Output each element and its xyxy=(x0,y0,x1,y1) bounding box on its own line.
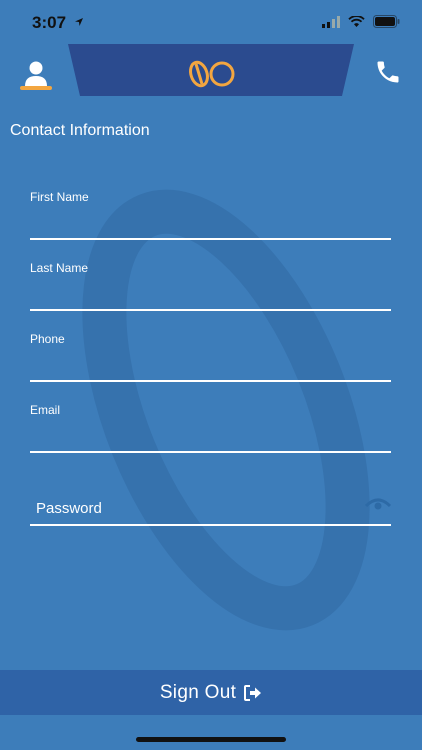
last-name-underline xyxy=(30,309,391,311)
email-input[interactable] xyxy=(30,425,391,451)
phone-button[interactable] xyxy=(374,58,402,86)
section-title: Contact Information xyxy=(10,122,150,139)
last-name-field: Last Name xyxy=(30,261,391,313)
last-name-label: Last Name xyxy=(30,261,89,275)
password-underline xyxy=(30,524,391,526)
toggle-password-visibility[interactable] xyxy=(364,495,392,515)
sign-out-icon xyxy=(244,684,262,701)
email-label: Email xyxy=(30,403,61,417)
first-name-label: First Name xyxy=(30,190,89,204)
status-bar: 3:07 xyxy=(0,0,422,44)
phone-underline xyxy=(30,380,391,382)
first-name-field: First Name xyxy=(30,190,391,242)
phone-field: Phone xyxy=(30,332,391,384)
last-name-input[interactable] xyxy=(30,283,391,309)
first-name-underline xyxy=(30,238,391,240)
phone-label: Phone xyxy=(30,332,65,346)
phone-input[interactable] xyxy=(30,354,391,380)
eye-icon xyxy=(364,498,392,510)
sign-out-button[interactable]: Sign Out xyxy=(0,670,422,715)
home-indicator xyxy=(136,737,286,742)
phone-icon xyxy=(377,61,399,83)
email-field: Email xyxy=(30,403,391,455)
active-tab-indicator xyxy=(20,86,52,90)
password-input[interactable] xyxy=(36,495,356,521)
battery-icon xyxy=(373,15,400,28)
status-time: 3:07 xyxy=(32,13,67,32)
email-underline xyxy=(30,451,391,453)
brand-logo xyxy=(189,60,235,88)
sign-out-label: Sign Out xyxy=(159,681,237,703)
wifi-icon xyxy=(348,15,365,27)
location-arrow-icon xyxy=(75,18,83,26)
first-name-input[interactable] xyxy=(30,212,391,238)
signal-icon xyxy=(322,15,340,28)
password-field xyxy=(30,495,392,527)
